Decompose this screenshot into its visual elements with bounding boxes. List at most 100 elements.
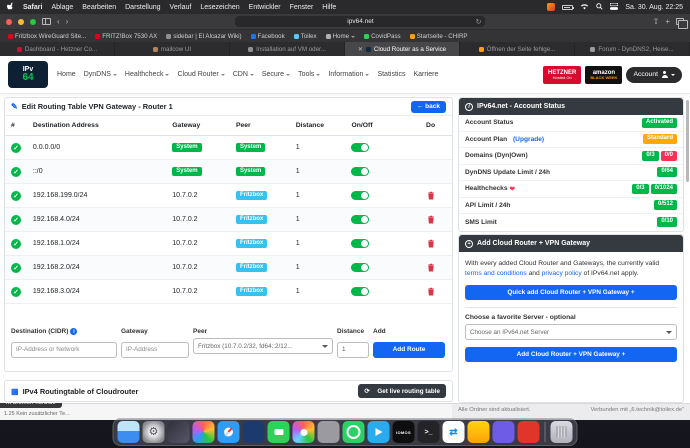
- route-onoff-toggle[interactable]: [351, 287, 369, 296]
- bookmark-toilex[interactable]: Toilex: [294, 33, 317, 40]
- menu-safari[interactable]: Safari: [23, 4, 42, 11]
- nav-statistics[interactable]: Statistics: [377, 71, 405, 78]
- delete-route-icon[interactable]: [427, 239, 435, 248]
- apple-menu-icon[interactable]: [7, 2, 14, 12]
- nav-karriere[interactable]: Karriere: [413, 71, 438, 78]
- menubar-clock[interactable]: Sa. 30. Aug. 22:25: [625, 4, 683, 11]
- nav-cloud-router[interactable]: Cloud Router: [177, 71, 224, 78]
- distance-input[interactable]: [337, 342, 369, 358]
- menu-bearbeiten[interactable]: Bearbeiten: [82, 4, 116, 11]
- nav-cdn[interactable]: CDN: [233, 71, 254, 78]
- facetime-icon[interactable]: [268, 421, 290, 443]
- menubar-app-icon[interactable]: [547, 3, 555, 11]
- delete-route-icon[interactable]: [427, 191, 435, 200]
- launchpad-icon[interactable]: [168, 421, 190, 443]
- menu-fenster[interactable]: Fenster: [290, 4, 314, 11]
- menu-verlauf[interactable]: Verlauf: [170, 4, 192, 11]
- menu-ablage[interactable]: Ablage: [51, 4, 73, 11]
- new-tab-icon[interactable]: +: [665, 18, 670, 26]
- gateway-input[interactable]: [121, 342, 189, 358]
- menu-entwickler[interactable]: Entwickler: [249, 4, 281, 11]
- terms-link[interactable]: terms and conditions: [465, 270, 527, 277]
- route-onoff-toggle[interactable]: [351, 239, 369, 248]
- tab-page-error[interactable]: Öffnen der Seite fehlge...: [460, 42, 575, 56]
- control-center-icon[interactable]: [610, 3, 618, 12]
- back-button[interactable]: ← back: [411, 101, 446, 113]
- tab-overview-icon[interactable]: [676, 18, 684, 25]
- minimize-window-button[interactable]: [18, 19, 24, 25]
- tab-hetzner-dashboard[interactable]: Dashboard - Hetzner Co...: [0, 42, 115, 56]
- bookmark-fritzbox-7530[interactable]: FRITZ!Box 7530 AX: [95, 33, 157, 40]
- preview-app-icon[interactable]: [318, 421, 340, 443]
- route-onoff-toggle[interactable]: [351, 143, 369, 152]
- nav-dyndns[interactable]: DynDNS: [84, 71, 117, 78]
- nav-home[interactable]: Home: [57, 71, 76, 78]
- nav-information[interactable]: Information: [328, 71, 369, 78]
- nav-tools[interactable]: Tools: [298, 71, 320, 78]
- reload-icon[interactable]: ↻: [476, 18, 482, 26]
- app-grid-icon[interactable]: [193, 421, 215, 443]
- quick-add-cloud-router-button[interactable]: Quick add Cloud Router + VPN Gateway +: [465, 285, 677, 300]
- red-app-icon[interactable]: [518, 421, 540, 443]
- teamviewer-icon[interactable]: [443, 421, 465, 443]
- wifi-icon[interactable]: [580, 3, 589, 12]
- privacy-link[interactable]: privacy policy: [542, 270, 582, 277]
- delete-route-icon[interactable]: [427, 215, 435, 224]
- add-cloud-router-button[interactable]: Add Cloud Router + VPN Gateway +: [465, 347, 677, 362]
- bookmark-home-folder[interactable]: Home: [326, 33, 356, 40]
- destination-input[interactable]: [11, 342, 117, 358]
- bookmark-el-alcazar-wiki[interactable]: sidebar | El Alcazar Wiki): [166, 33, 241, 40]
- forward-nav-icon[interactable]: ›: [66, 18, 69, 26]
- finder-icon[interactable]: [118, 421, 140, 443]
- tab-cloud-router-active[interactable]: ✕Cloud Router as a Service: [345, 42, 460, 56]
- telegram-icon[interactable]: [368, 421, 390, 443]
- account-menu-button[interactable]: Account: [626, 67, 682, 83]
- menu-lesezeichen[interactable]: Lesezeichen: [200, 4, 239, 11]
- route-onoff-toggle[interactable]: [351, 167, 369, 176]
- info-icon[interactable]: i: [70, 328, 77, 335]
- ipv64-logo[interactable]: IPv 64: [8, 61, 48, 88]
- files-app-icon[interactable]: [243, 421, 265, 443]
- route-onoff-toggle[interactable]: [351, 191, 369, 200]
- bookmark-facebook[interactable]: Facebook: [251, 33, 285, 40]
- share-icon[interactable]: ⇧: [653, 18, 660, 26]
- delete-route-icon[interactable]: [427, 263, 435, 272]
- tab-installation-vm[interactable]: Installation auf VM oder...: [230, 42, 345, 56]
- search-icon[interactable]: [596, 3, 603, 12]
- iomos-app-icon[interactable]: IOMOS: [393, 421, 415, 443]
- page-scrollbar[interactable]: [686, 100, 689, 182]
- bookmark-fritzbox-wireguard[interactable]: Fritzbox WireGuard Site...: [8, 33, 86, 40]
- route-onoff-toggle[interactable]: [351, 263, 369, 272]
- nav-secure[interactable]: Secure: [262, 71, 290, 78]
- system-settings-icon[interactable]: [143, 421, 165, 443]
- peer-select[interactable]: Fritzbox (10.7.0.2/32, fd64::2/12...: [193, 338, 333, 354]
- back-nav-icon[interactable]: ‹: [57, 18, 60, 26]
- mail-app-icon[interactable]: [468, 421, 490, 443]
- hetzner-ad-banner[interactable]: HETZNERHosted On: [543, 66, 581, 84]
- photos-icon[interactable]: [293, 421, 315, 443]
- trash-icon[interactable]: [551, 421, 573, 443]
- menu-hilfe[interactable]: Hilfe: [322, 4, 336, 11]
- add-route-button[interactable]: Add Route: [373, 342, 445, 358]
- get-live-routing-table-button[interactable]: ⟳ Get live routing table: [358, 384, 446, 398]
- zoom-window-button[interactable]: [30, 19, 36, 25]
- tab-forum-dyndns[interactable]: Forum - DynDNS2, Heise...: [575, 42, 690, 56]
- close-window-button[interactable]: [6, 19, 12, 25]
- purple-app-icon[interactable]: [493, 421, 515, 443]
- bookmark-chirp[interactable]: Startseite - CHIRP: [410, 33, 468, 40]
- route-onoff-toggle[interactable]: [351, 215, 369, 224]
- address-bar[interactable]: ipv64.net ↻: [235, 16, 485, 27]
- terminal-icon[interactable]: [418, 421, 440, 443]
- safari-icon[interactable]: [218, 421, 240, 443]
- nav-healthcheck[interactable]: Healthcheck: [125, 71, 170, 78]
- server-select[interactable]: Choose an IPv64.net Server: [465, 324, 677, 340]
- close-icon[interactable]: ✕: [358, 46, 363, 53]
- upgrade-link[interactable]: (Upgrade): [513, 136, 544, 143]
- whatsapp-icon[interactable]: [343, 421, 365, 443]
- amazon-ad-banner[interactable]: amazonBLACK WEEK: [585, 66, 622, 84]
- tab-mailcow[interactable]: mailcow UI: [115, 42, 230, 56]
- delete-route-icon[interactable]: [427, 287, 435, 296]
- bookmark-covidpass[interactable]: CovidPass: [364, 33, 401, 40]
- menu-darstellung[interactable]: Darstellung: [125, 4, 160, 11]
- sidebar-toggle-icon[interactable]: [42, 18, 51, 25]
